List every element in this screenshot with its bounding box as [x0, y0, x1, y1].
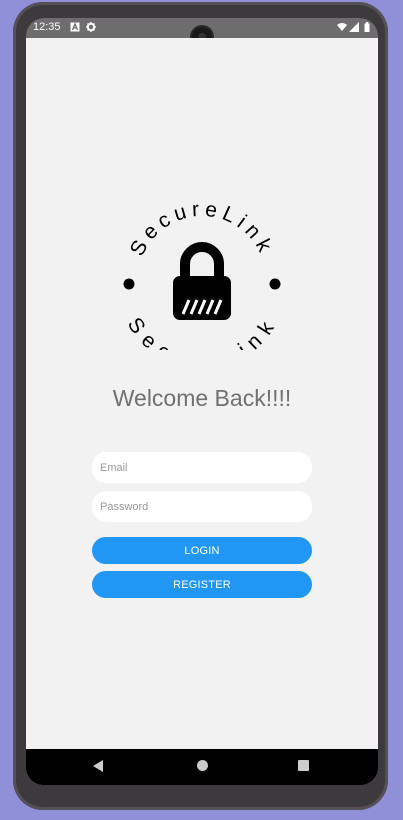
a-icon — [70, 22, 80, 32]
battery-icon — [364, 22, 370, 32]
login-screen: SecureLink SecureLink Welcome Back!!!! — [26, 38, 378, 749]
logo-dot-left — [123, 278, 135, 290]
register-button[interactable]: REGISTER — [92, 571, 312, 598]
email-field[interactable] — [92, 452, 312, 483]
gear-icon — [86, 22, 96, 32]
securelink-logo: SecureLink SecureLink — [123, 198, 281, 350]
device-screen: 12:35 SecureLink Se ink Welcome Back!!!!… — [26, 18, 378, 785]
recents-icon[interactable] — [298, 760, 309, 771]
navigation-bar — [26, 749, 378, 785]
lock-icon — [173, 242, 231, 320]
logo-dot-right — [269, 278, 281, 290]
status-time: 12:35 — [33, 21, 61, 33]
login-button[interactable]: LOGIN — [92, 537, 312, 564]
wifi-icon — [337, 23, 347, 31]
welcome-heading: Welcome Back!!!! — [112, 385, 292, 411]
password-field[interactable] — [92, 491, 312, 522]
signal-icon — [349, 22, 359, 32]
home-icon[interactable] — [197, 760, 208, 771]
back-icon[interactable] — [93, 760, 103, 772]
